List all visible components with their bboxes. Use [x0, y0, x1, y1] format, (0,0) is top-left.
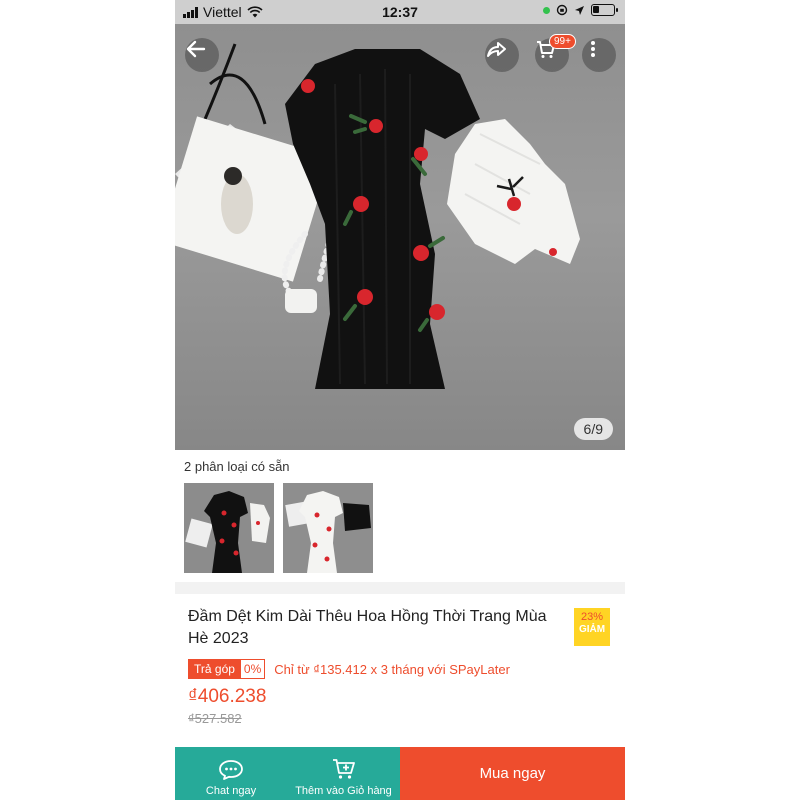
status-bar: Viettel 12:37 — [175, 0, 625, 24]
white-dress-thumbnail-image — [283, 483, 373, 573]
black-dress-thumbnail-image — [184, 483, 274, 573]
chat-now-button[interactable]: Chat ngay — [175, 747, 287, 800]
variant-thumbnail-black[interactable] — [184, 483, 274, 573]
lock-rotation-icon — [556, 4, 568, 16]
share-icon — [487, 42, 506, 57]
add-to-cart-icon — [332, 759, 355, 779]
status-left: Viettel — [183, 4, 263, 20]
phone-screen: Viettel 12:37 99+ 6/9 2 phân loại có sẵn… — [175, 0, 625, 800]
carrier-name: Viettel — [203, 4, 242, 20]
discount-percent: 23% — [580, 611, 604, 623]
section-divider — [175, 582, 625, 594]
current-price: ₫406.238 — [188, 686, 267, 707]
status-right — [543, 4, 618, 16]
discount-label: GIẢM — [578, 624, 606, 635]
product-title: Đầm Dệt Kim Dài Thêu Hoa Hồng Thời Trang… — [188, 608, 547, 647]
discount-badge: 23% GIẢM — [574, 608, 610, 646]
image-page-counter: 6/9 — [573, 418, 613, 440]
add-to-cart-label: Thêm vào Giỏ hàng — [295, 785, 392, 797]
active-call-dot-icon — [543, 6, 550, 14]
battery-icon — [591, 4, 618, 16]
signal-icon — [183, 6, 198, 18]
back-button[interactable] — [185, 38, 219, 72]
add-to-cart-button[interactable]: Thêm vào Giỏ hàng — [287, 747, 400, 800]
installment-badge: Trả góp — [188, 659, 241, 679]
variant-thumbnail-white[interactable] — [283, 483, 373, 573]
arrow-left-icon — [186, 40, 206, 58]
variants-section: 2 phân loại có sẵn — [175, 450, 625, 582]
variants-count-label: 2 phân loại có sẵn — [184, 459, 290, 474]
cart-button[interactable]: 99+ — [535, 34, 576, 72]
chat-now-label: Chat ngay — [205, 785, 257, 797]
installment-row[interactable]: Trả góp 0% Chỉ từ ₫135.412 x 3 tháng với… — [188, 659, 510, 679]
installment-rate: 0% — [240, 659, 266, 679]
wifi-icon — [247, 6, 263, 18]
bottom-action-bar: Chat ngay Thêm vào Giỏ hàng Mua ngay — [175, 747, 625, 800]
more-vertical-icon — [591, 41, 595, 57]
installment-text: Chỉ từ ₫135.412 x 3 tháng với SPayLater — [274, 661, 510, 677]
cart-count-badge: 99+ — [549, 34, 576, 49]
buy-now-button[interactable]: Mua ngay — [400, 747, 625, 800]
share-button[interactable] — [485, 38, 519, 72]
location-icon — [575, 5, 584, 15]
original-price: ₫527.582 — [188, 711, 242, 726]
battery-fill — [593, 6, 599, 13]
chat-icon — [219, 760, 243, 780]
more-options-button[interactable] — [582, 38, 616, 72]
product-photo — [175, 43, 580, 389]
product-image-gallery[interactable]: 99+ 6/9 — [175, 24, 625, 450]
